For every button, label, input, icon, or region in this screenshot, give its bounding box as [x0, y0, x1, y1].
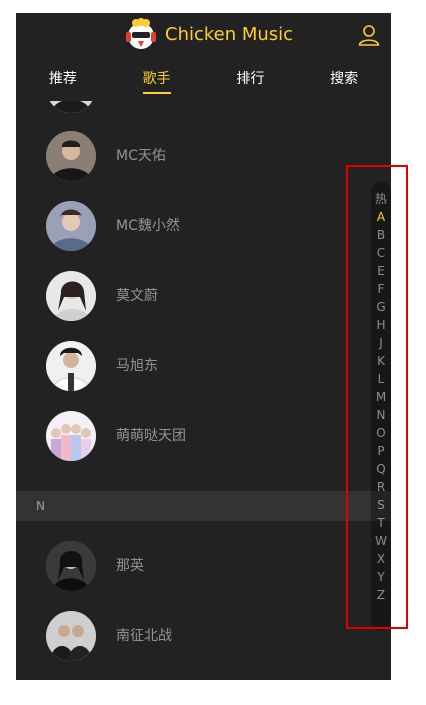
shortcut-item[interactable]: N [371, 408, 391, 422]
shortcut-item[interactable]: M [371, 390, 391, 404]
avatar [46, 271, 96, 321]
alphabet-shortcut-bar[interactable]: 热ABCEFGHJKLMNOPQRSTWXYZ [371, 181, 391, 631]
avatar [46, 341, 96, 391]
list-item[interactable]: MC魏小然 [46, 201, 346, 251]
tab-singer[interactable]: 歌手 [110, 57, 204, 101]
shortcut-item[interactable]: J [371, 336, 391, 350]
shortcut-item[interactable]: C [371, 246, 391, 260]
header: Chicken Music [16, 13, 391, 57]
list-item[interactable] [46, 101, 346, 113]
list-item[interactable]: 马旭东 [46, 341, 346, 391]
shortcut-item[interactable]: B [371, 228, 391, 242]
singer-name: 莫文蔚 [116, 288, 158, 304]
app-container: Chicken Music 推荐 歌手 排行 搜索 MC天佑 MC魏小然 莫文蔚… [16, 13, 391, 680]
shortcut-item[interactable]: S [371, 498, 391, 512]
avatar [46, 611, 96, 661]
shortcut-item[interactable]: F [371, 282, 391, 296]
shortcut-item[interactable]: R [371, 480, 391, 494]
shortcut-item[interactable]: H [371, 318, 391, 332]
shortcut-item[interactable]: E [371, 264, 391, 278]
tab-search[interactable]: 搜索 [297, 57, 391, 101]
list-item[interactable]: 萌萌哒天团 [46, 411, 346, 461]
shortcut-item[interactable]: Y [371, 570, 391, 584]
avatar [46, 411, 96, 461]
singer-list[interactable]: MC天佑 MC魏小然 莫文蔚 马旭东 萌萌哒天团 N 那英 南征北战 [16, 101, 391, 680]
singer-name: 南征北战 [116, 628, 172, 644]
singer-name: 萌萌哒天团 [116, 428, 186, 444]
shortcut-item[interactable]: Z [371, 588, 391, 602]
avatar [46, 201, 96, 251]
tab-label: 排行 [236, 71, 265, 87]
active-tab-indicator [142, 92, 171, 94]
shortcut-item[interactable]: Q [371, 462, 391, 476]
shortcut-item[interactable]: W [371, 534, 391, 548]
shortcut-item[interactable]: L [371, 372, 391, 386]
shortcut-item[interactable]: X [371, 552, 391, 566]
list-item[interactable]: MC天佑 [46, 131, 346, 181]
app-title: Chicken Music [165, 24, 294, 45]
tab-recommend[interactable]: 推荐 [16, 57, 110, 101]
list-item[interactable]: 那英 [46, 541, 346, 591]
shortcut-item[interactable]: G [371, 300, 391, 314]
avatar [46, 131, 96, 181]
singer-name: 马旭东 [116, 358, 158, 374]
shortcut-item[interactable]: K [371, 354, 391, 368]
shortcut-item[interactable]: O [371, 426, 391, 440]
shortcut-item[interactable]: P [371, 444, 391, 458]
avatar [46, 101, 96, 113]
singer-name: 那英 [116, 558, 144, 574]
chicken-logo-icon [124, 18, 158, 52]
group-title-n: N [16, 491, 391, 521]
user-icon[interactable] [357, 23, 381, 47]
tab-label: 搜索 [330, 71, 359, 87]
shortcut-item[interactable]: A [371, 210, 391, 224]
tab-bar: 推荐 歌手 排行 搜索 [16, 57, 391, 101]
shortcut-item[interactable]: T [371, 516, 391, 530]
singer-name: MC魏小然 [116, 218, 180, 234]
tab-rank[interactable]: 排行 [204, 57, 298, 101]
tab-label: 歌手 [142, 71, 171, 87]
list-item[interactable]: 南征北战 [46, 611, 346, 661]
tab-label: 推荐 [48, 71, 77, 87]
shortcut-item[interactable]: 热 [371, 192, 391, 206]
avatar [46, 541, 96, 591]
list-item[interactable]: 莫文蔚 [46, 271, 346, 321]
singer-name: MC天佑 [116, 148, 166, 164]
